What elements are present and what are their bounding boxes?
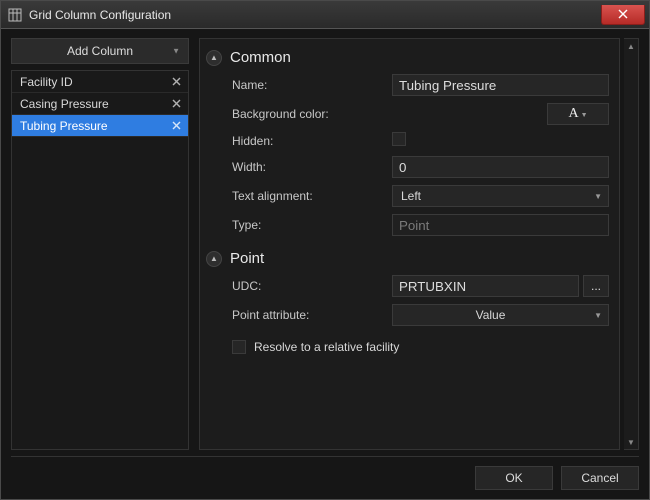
footer: OK Cancel: [11, 456, 639, 490]
section-title-point: Point: [230, 250, 264, 267]
point-attr-label: Point attribute:: [232, 308, 392, 322]
align-combo[interactable]: Left ▼: [392, 185, 609, 207]
chevron-down-icon: ▼: [172, 47, 180, 56]
collapse-common-button[interactable]: ▲: [206, 50, 222, 66]
column-item-label: Facility ID: [20, 75, 73, 89]
add-column-button[interactable]: Add Column ▼: [11, 38, 189, 64]
type-input: [392, 214, 609, 236]
remove-column-icon[interactable]: [170, 120, 182, 132]
cancel-button[interactable]: Cancel: [561, 466, 639, 490]
align-label: Text alignment:: [232, 189, 392, 203]
bgcolor-picker[interactable]: A ▼: [547, 103, 609, 125]
width-label: Width:: [232, 160, 392, 174]
point-attr-value: Value: [476, 308, 506, 322]
scrollbar[interactable]: ▲ ▼: [624, 38, 639, 450]
section-header-common: ▲ Common: [206, 49, 609, 66]
scroll-up-icon[interactable]: ▲: [624, 39, 638, 53]
column-item-label: Tubing Pressure: [20, 119, 108, 133]
scroll-down-icon[interactable]: ▼: [624, 435, 638, 449]
collapse-point-button[interactable]: ▲: [206, 251, 222, 267]
resolve-label: Resolve to a relative facility: [254, 340, 399, 354]
column-list: Facility ID Casing Pressure Tubing Pressur…: [11, 70, 189, 450]
name-label: Name:: [232, 78, 392, 92]
udc-browse-button[interactable]: ...: [583, 275, 609, 297]
right-panel: ▲ Common Name: Background color: A ▼: [199, 38, 639, 450]
type-label: Type:: [232, 218, 392, 232]
ok-button[interactable]: OK: [475, 466, 553, 490]
titlebar: Grid Column Configuration: [1, 1, 649, 29]
column-item[interactable]: Casing Pressure: [12, 93, 188, 115]
add-column-label: Add Column: [67, 44, 133, 58]
column-item-label: Casing Pressure: [20, 97, 109, 111]
dialog-window: Grid Column Configuration Add Column ▼ F…: [0, 0, 650, 500]
chevron-down-icon: ▼: [594, 311, 602, 320]
chevron-down-icon: ▼: [594, 192, 602, 201]
window-title: Grid Column Configuration: [29, 8, 601, 22]
hidden-checkbox[interactable]: [392, 132, 406, 146]
app-icon: [7, 7, 23, 23]
point-attr-combo[interactable]: Value ▼: [392, 304, 609, 326]
name-input[interactable]: [392, 74, 609, 96]
font-a-icon: A: [568, 106, 578, 122]
udc-input[interactable]: [392, 275, 579, 297]
window-close-button[interactable]: [601, 5, 645, 25]
properties-content: ▲ Common Name: Background color: A ▼: [199, 38, 620, 450]
column-item[interactable]: Facility ID: [12, 71, 188, 93]
align-value: Left: [401, 189, 421, 203]
resolve-checkbox[interactable]: [232, 340, 246, 354]
hidden-label: Hidden:: [232, 134, 392, 148]
left-panel: Add Column ▼ Facility ID Casing Pressure T…: [11, 38, 189, 450]
section-title-common: Common: [230, 49, 291, 66]
bgcolor-label: Background color:: [232, 107, 392, 121]
remove-column-icon[interactable]: [170, 98, 182, 110]
section-header-point: ▲ Point: [206, 250, 609, 267]
remove-column-icon[interactable]: [170, 76, 182, 88]
chevron-down-icon: ▼: [581, 112, 588, 119]
column-item[interactable]: Tubing Pressure: [12, 115, 188, 137]
udc-label: UDC:: [232, 279, 392, 293]
width-input[interactable]: [392, 156, 609, 178]
